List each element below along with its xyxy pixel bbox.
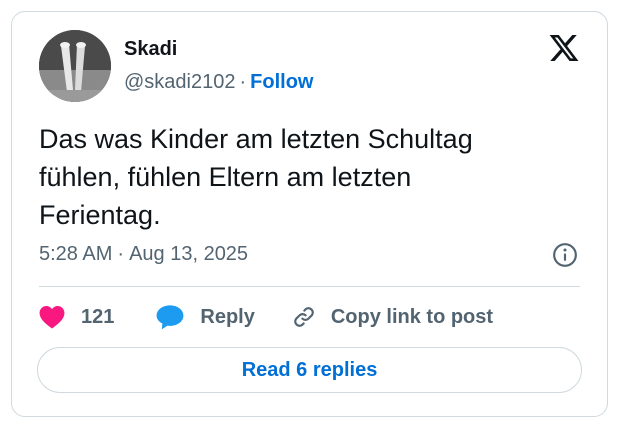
post-time[interactable]: 5:28 AM xyxy=(39,243,112,265)
author-handle[interactable]: @skadi2102 xyxy=(124,71,235,93)
avatar-image xyxy=(39,30,111,102)
copy-link-button[interactable]: Copy link to post xyxy=(291,304,493,330)
info-icon[interactable] xyxy=(552,242,578,268)
post-text-line: fühlen, fühlen Eltern am letzten xyxy=(39,162,412,192)
follow-link[interactable]: Follow xyxy=(250,71,313,93)
post-text: Das was Kinder am letzten Schultag fühle… xyxy=(39,120,579,234)
post-date[interactable]: Aug 13, 2025 xyxy=(129,243,248,265)
author-handle-row: @skadi2102 · Follow xyxy=(124,70,313,94)
link-icon xyxy=(294,307,314,327)
copy-link-label: Copy link to post xyxy=(330,305,494,328)
divider xyxy=(39,286,580,287)
reply-bubble-icon xyxy=(156,305,184,330)
heart-icon xyxy=(39,305,65,329)
post-text-line: Das was Kinder am letzten Schultag xyxy=(39,124,473,154)
reply-button[interactable]: Reply xyxy=(156,304,255,330)
x-logo-icon[interactable] xyxy=(548,32,580,64)
read-replies-button[interactable]: Read 6 replies xyxy=(37,347,582,393)
author-name[interactable]: Skadi xyxy=(124,37,177,61)
reply-label: Reply xyxy=(200,305,255,328)
timestamp-separator: · xyxy=(117,243,125,265)
post-timestamp[interactable]: 5:28 AM · Aug 13, 2025 xyxy=(39,241,248,267)
like-button[interactable]: 121 xyxy=(39,305,114,329)
embedded-post-card: Skadi @skadi2102 · Follow Das was Kinder a… xyxy=(11,11,608,417)
post-text-line: Ferientag. xyxy=(39,200,161,230)
author-avatar[interactable] xyxy=(39,30,111,102)
action-bar: 121 Reply Copy link to post xyxy=(39,302,493,332)
handle-separator: · xyxy=(239,71,247,93)
like-count: 121 xyxy=(81,305,115,328)
